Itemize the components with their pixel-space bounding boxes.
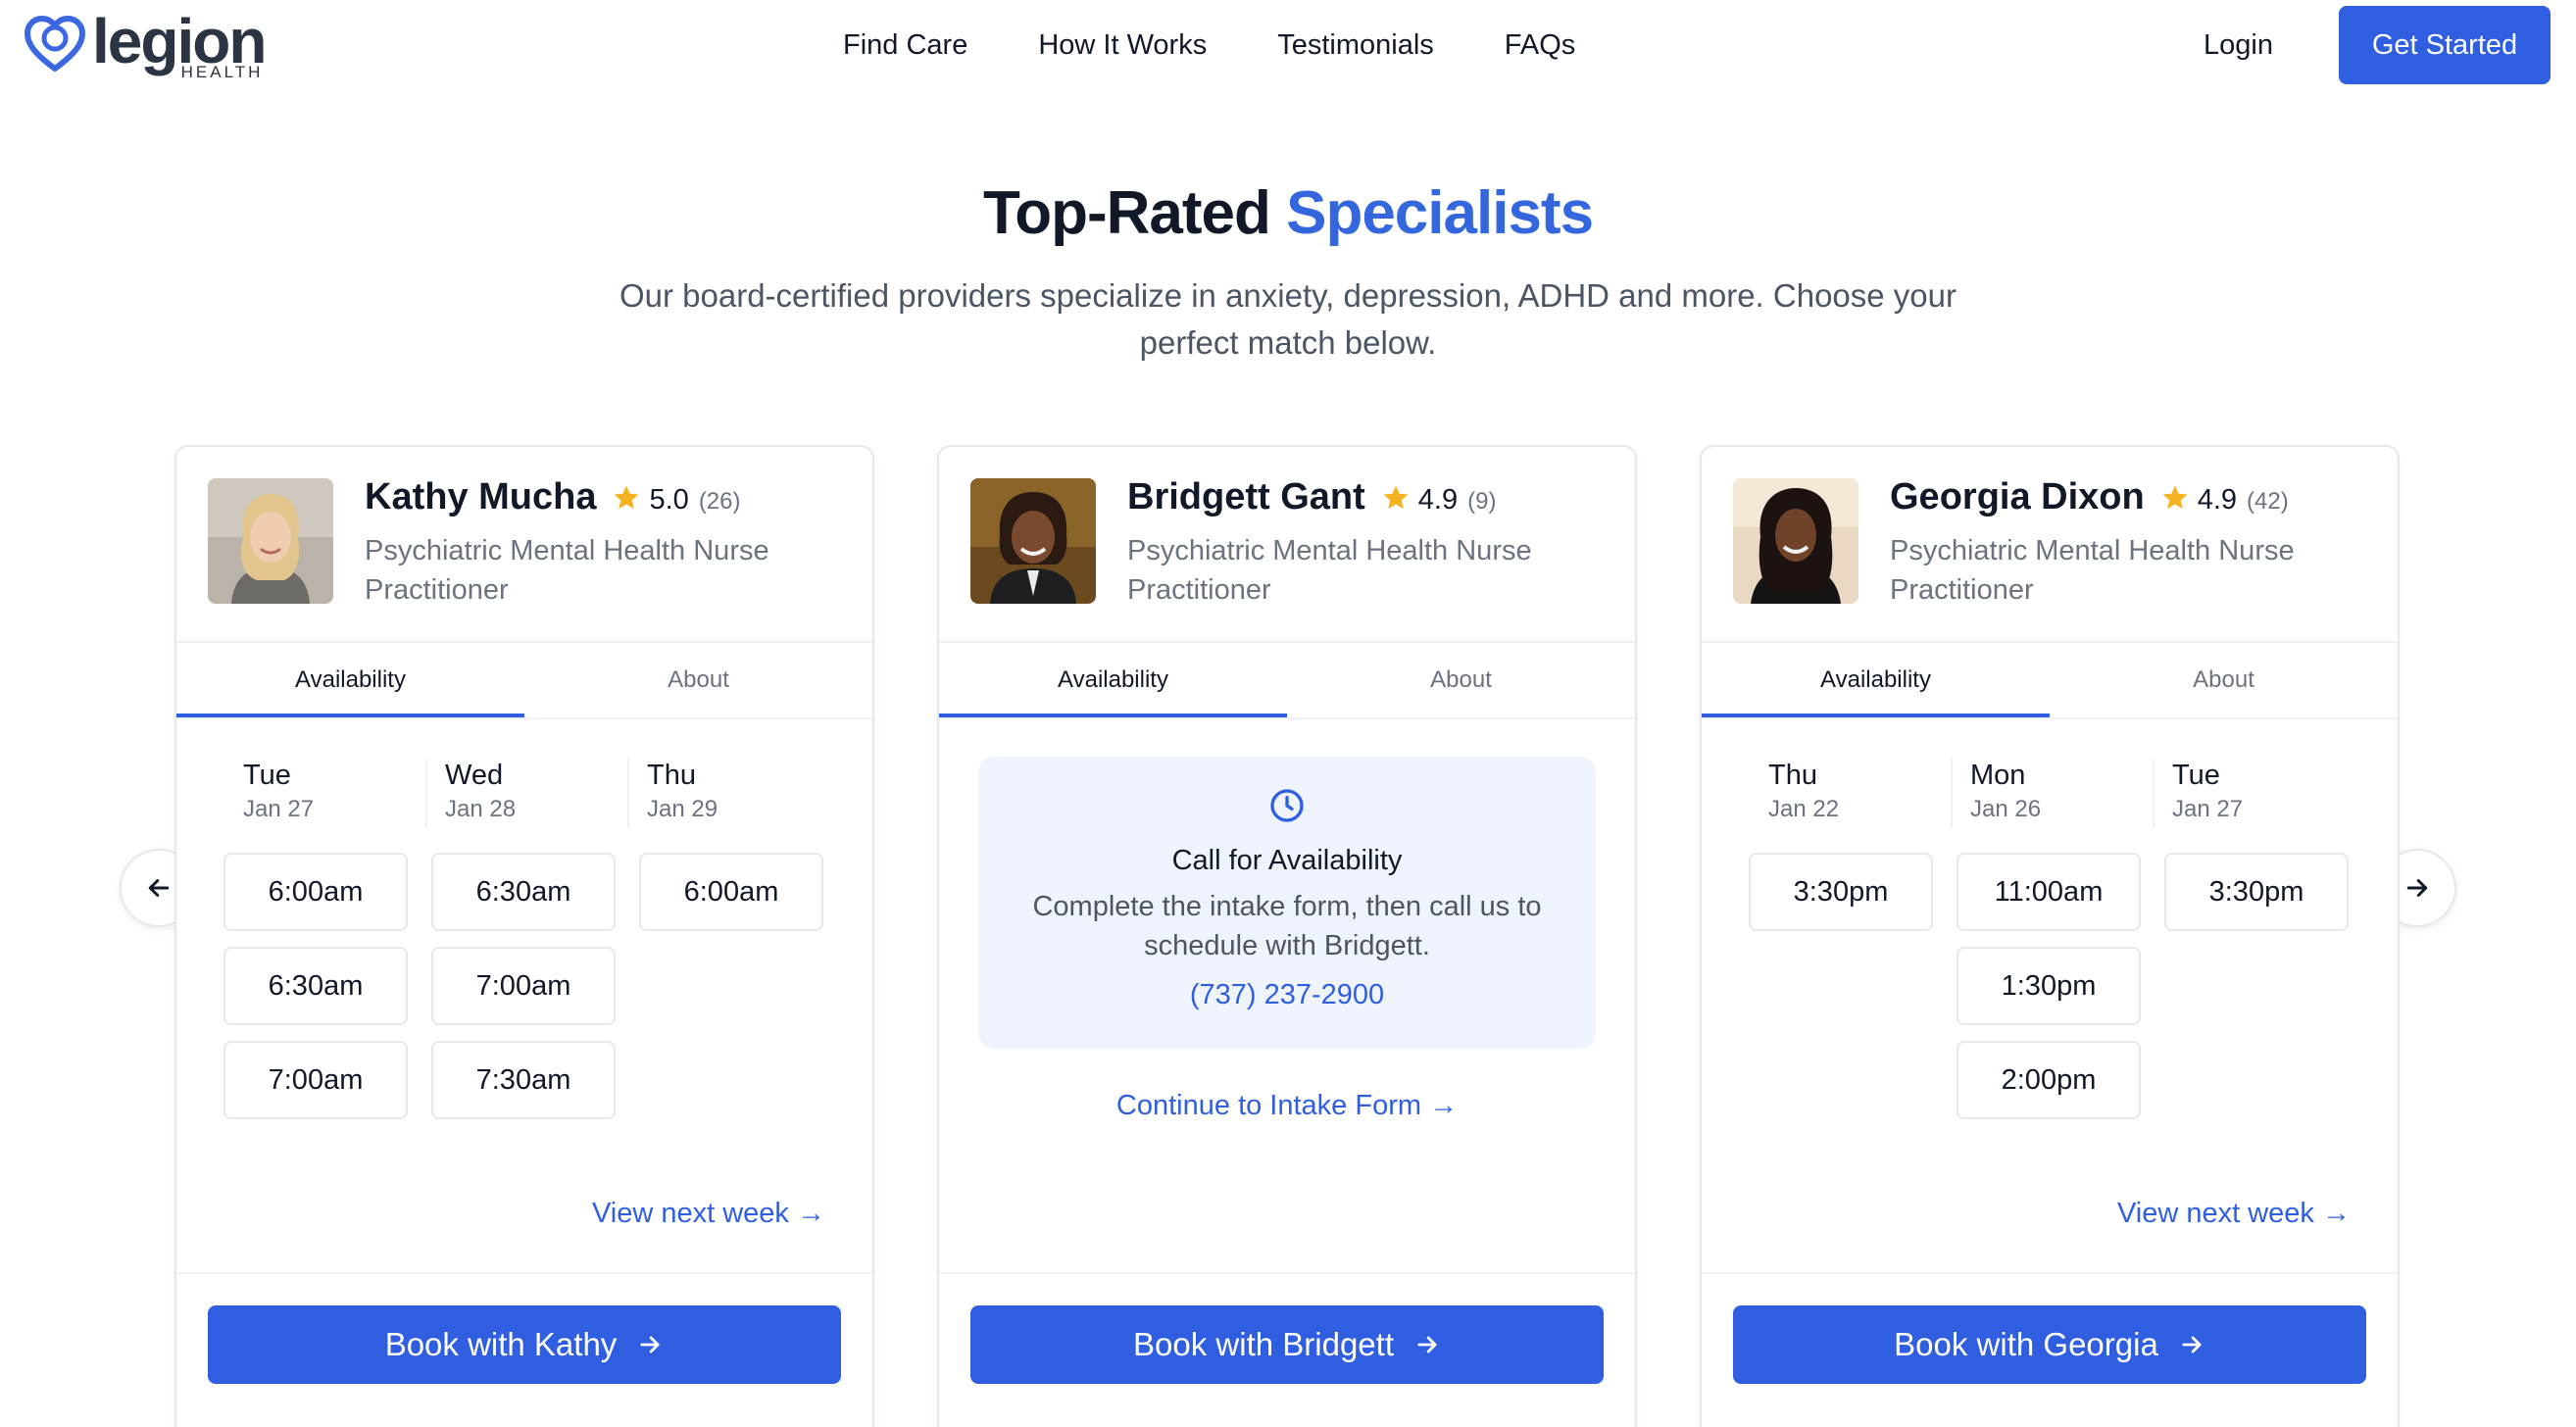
specialist-card: Bridgett Gant 4.9 (9) Psychiatric Mental… xyxy=(937,445,1637,1427)
time-slots: 6:00am 6:30am 7:00am 6:30am 7:00am 7:30a… xyxy=(223,853,823,1119)
specialist-name[interactable]: Georgia Dixon xyxy=(1890,476,2145,518)
arrow-right-icon xyxy=(640,1336,660,1353)
tab-availability[interactable]: Availability xyxy=(1702,643,2050,717)
tab-about[interactable]: About xyxy=(2050,643,2398,717)
time-slots: 3:30pm 11:00am 1:30pm 2:00pm 3:30pm xyxy=(1749,853,2349,1119)
view-next-week-link[interactable]: View next week → xyxy=(592,1198,825,1230)
star-icon xyxy=(614,485,639,509)
book-button-label: Book with Kathy xyxy=(384,1326,618,1362)
time-slot-button[interactable]: 3:30pm xyxy=(2164,853,2349,931)
specialist-card: Georgia Dixon 4.9 (42) Psychiatric Menta… xyxy=(1700,445,2400,1427)
day-header: Thu Jan 29 xyxy=(627,757,829,827)
time-slot-button[interactable]: 6:30am xyxy=(431,853,616,931)
book-button[interactable]: Book with Bridgett xyxy=(970,1305,1604,1384)
availability-days: Tue Jan 27 Wed Jan 28 Thu Jan 29 xyxy=(223,757,831,827)
specialist-card: Kathy Mucha 5.0 (26) Psychiatric Mental … xyxy=(174,445,874,1427)
page-title: Top-Rated Specialists xyxy=(0,174,2576,253)
star-icon xyxy=(1383,485,1409,509)
time-slot-button[interactable]: 6:00am xyxy=(639,853,823,931)
title-main: Top-Rated xyxy=(982,179,1271,247)
specialist-role: Psychiatric Mental Health Nurse Practiti… xyxy=(1127,535,1532,606)
rating-value: 4.9 xyxy=(1417,484,1459,516)
day-header: Mon Jan 26 xyxy=(1951,757,2153,827)
time-slot-button[interactable]: 7:00am xyxy=(223,1041,408,1119)
rating-value: 4.9 xyxy=(2197,484,2238,516)
arrow-right-icon xyxy=(1417,1336,1437,1353)
nav-faqs[interactable]: FAQs xyxy=(1505,27,1576,63)
star-icon xyxy=(2162,485,2188,509)
specialist-name[interactable]: Kathy Mucha xyxy=(365,476,596,518)
time-slot-button[interactable]: 1:30pm xyxy=(1957,947,2141,1025)
title-accent: Specialists xyxy=(1286,179,1594,247)
tab-about[interactable]: About xyxy=(524,643,872,717)
tab-about[interactable]: About xyxy=(1287,643,1635,717)
book-button-label: Book with Georgia xyxy=(1894,1326,2158,1362)
time-slot-button[interactable]: 6:00am xyxy=(223,853,408,931)
specialist-role: Psychiatric Mental Health Nurse Practiti… xyxy=(365,535,769,606)
arrow-left-icon xyxy=(148,879,170,897)
login-link[interactable]: Login xyxy=(2204,27,2273,63)
review-count: (26) xyxy=(698,488,741,515)
continue-intake-link[interactable]: Continue to Intake Form → xyxy=(939,1090,1635,1122)
time-slot-button[interactable]: 6:30am xyxy=(223,947,408,1025)
day-header: Wed Jan 28 xyxy=(425,757,627,827)
time-slot-button[interactable]: 2:00pm xyxy=(1957,1041,2141,1119)
page-subtitle: Our board-certified providers specialize… xyxy=(619,277,1957,361)
nav-testimonials[interactable]: Testimonials xyxy=(1277,27,1434,63)
view-next-week-link[interactable]: View next week → xyxy=(2117,1198,2351,1230)
clock-icon xyxy=(1270,789,1304,822)
tab-availability[interactable]: Availability xyxy=(939,643,1287,717)
arrow-right-icon xyxy=(2182,1336,2202,1353)
time-slot-button[interactable]: 7:30am xyxy=(431,1041,616,1119)
availability-days: Thu Jan 22 Mon Jan 26 Tue Jan 27 xyxy=(1749,757,2356,827)
time-slot-button[interactable]: 3:30pm xyxy=(1749,853,1933,931)
time-slot-button[interactable]: 11:00am xyxy=(1957,853,2141,931)
avatar xyxy=(208,478,333,604)
call-title: Call for Availability xyxy=(1171,845,1403,876)
phone-link[interactable]: (737) 237-2900 xyxy=(978,979,1596,1011)
arrow-right-icon xyxy=(2406,879,2428,897)
specialist-role: Psychiatric Mental Health Nurse Practiti… xyxy=(1890,535,2295,606)
call-availability-box: Call for Availability Complete the intak… xyxy=(978,757,1596,1049)
call-description: Complete the intake form, then call us t… xyxy=(1032,891,1542,961)
logo[interactable]: legion HEALTH xyxy=(24,10,267,81)
day-header: Tue Jan 27 xyxy=(2153,757,2354,827)
heart-logo-icon xyxy=(25,16,85,72)
book-button-label: Book with Bridgett xyxy=(1133,1326,1394,1362)
review-count: (42) xyxy=(2247,488,2289,515)
review-count: (9) xyxy=(1467,488,1497,515)
nav-how-it-works[interactable]: How It Works xyxy=(1038,27,1207,63)
specialist-name[interactable]: Bridgett Gant xyxy=(1127,476,1365,518)
main-nav: Find Care How It Works Testimonials FAQs xyxy=(843,27,1575,63)
time-slot-button[interactable]: 7:00am xyxy=(431,947,616,1025)
book-button[interactable]: Book with Kathy xyxy=(208,1305,841,1384)
avatar xyxy=(970,478,1096,604)
logo-subtext: HEALTH xyxy=(180,63,264,81)
avatar xyxy=(1733,478,1858,604)
book-button[interactable]: Book with Georgia xyxy=(1733,1305,2366,1384)
day-header: Thu Jan 22 xyxy=(1768,760,1840,822)
day-header: Tue Jan 27 xyxy=(243,760,315,822)
nav-find-care[interactable]: Find Care xyxy=(843,27,967,63)
rating-value: 5.0 xyxy=(649,484,689,516)
get-started-button[interactable]: Get Started xyxy=(2339,6,2551,84)
tab-availability[interactable]: Availability xyxy=(176,643,524,717)
